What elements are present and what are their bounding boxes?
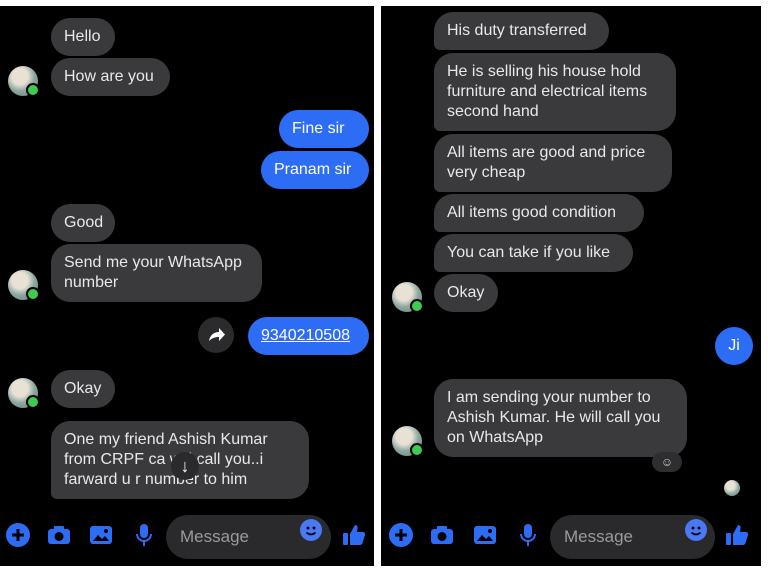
right-chat-panel: His duty transferred He is selling his h… (381, 6, 761, 566)
add-reaction-icon: ☺ (660, 455, 674, 469)
message-bubble[interactable]: How are you (51, 58, 170, 96)
plus-icon[interactable] (5, 522, 31, 548)
avatar[interactable] (8, 378, 40, 409)
avatar[interactable] (392, 426, 424, 457)
online-indicator (26, 395, 40, 409)
message-bubble[interactable]: All items are good and price very cheap (434, 134, 672, 192)
avatar[interactable] (8, 270, 40, 301)
message-bubble[interactable]: All items good condition (434, 194, 644, 232)
avatar[interactable] (8, 66, 40, 97)
plus-icon[interactable] (388, 522, 414, 548)
share-arrow-icon (209, 328, 225, 341)
emoji-icon[interactable] (685, 519, 707, 541)
avatar[interactable] (392, 282, 424, 313)
image-icon[interactable] (472, 522, 498, 548)
message-bubble[interactable]: I am sending your number to Ashish Kumar… (434, 379, 687, 457)
image-icon[interactable] (88, 522, 114, 548)
message-bubble[interactable]: Okay (51, 370, 115, 408)
online-indicator (26, 83, 40, 97)
composer-bar: Message (381, 508, 761, 566)
message-bubble[interactable]: Ji (715, 327, 753, 365)
scroll-down-button[interactable]: ↓ (171, 452, 199, 480)
message-bubble[interactable]: Okay (434, 274, 498, 312)
online-indicator (26, 287, 40, 301)
arrow-down-icon: ↓ (180, 456, 190, 476)
left-chat-panel: Hello How are you Fine sir Pranam sir Go… (0, 6, 374, 566)
message-bubble[interactable]: You can take if you like (434, 234, 633, 272)
microphone-icon[interactable] (131, 522, 157, 548)
message-bubble[interactable]: Send me your WhatsApp number (51, 244, 262, 302)
message-bubble[interactable]: Fine sir (279, 110, 369, 148)
emoji-icon[interactable] (300, 519, 322, 541)
camera-icon[interactable] (46, 522, 72, 548)
thumbs-up-icon[interactable] (724, 522, 750, 548)
thumbs-up-icon[interactable] (341, 522, 367, 548)
microphone-icon[interactable] (515, 522, 541, 548)
composer-bar: Message (0, 508, 374, 566)
message-bubble[interactable]: Hello (51, 18, 115, 56)
online-indicator (410, 443, 424, 457)
reaction-button[interactable]: ☺ (652, 452, 682, 472)
camera-icon[interactable] (429, 522, 455, 548)
message-bubble[interactable]: Pranam sir (261, 151, 369, 189)
message-bubble[interactable]: He is selling his house hold furniture a… (434, 53, 676, 131)
online-indicator (410, 299, 424, 313)
phone-number-message[interactable]: 9340210508 (248, 317, 369, 355)
message-bubble[interactable]: Good (51, 204, 115, 242)
message-bubble[interactable]: His duty transferred (434, 12, 609, 50)
share-button[interactable] (198, 317, 234, 353)
seen-avatar (724, 480, 740, 496)
